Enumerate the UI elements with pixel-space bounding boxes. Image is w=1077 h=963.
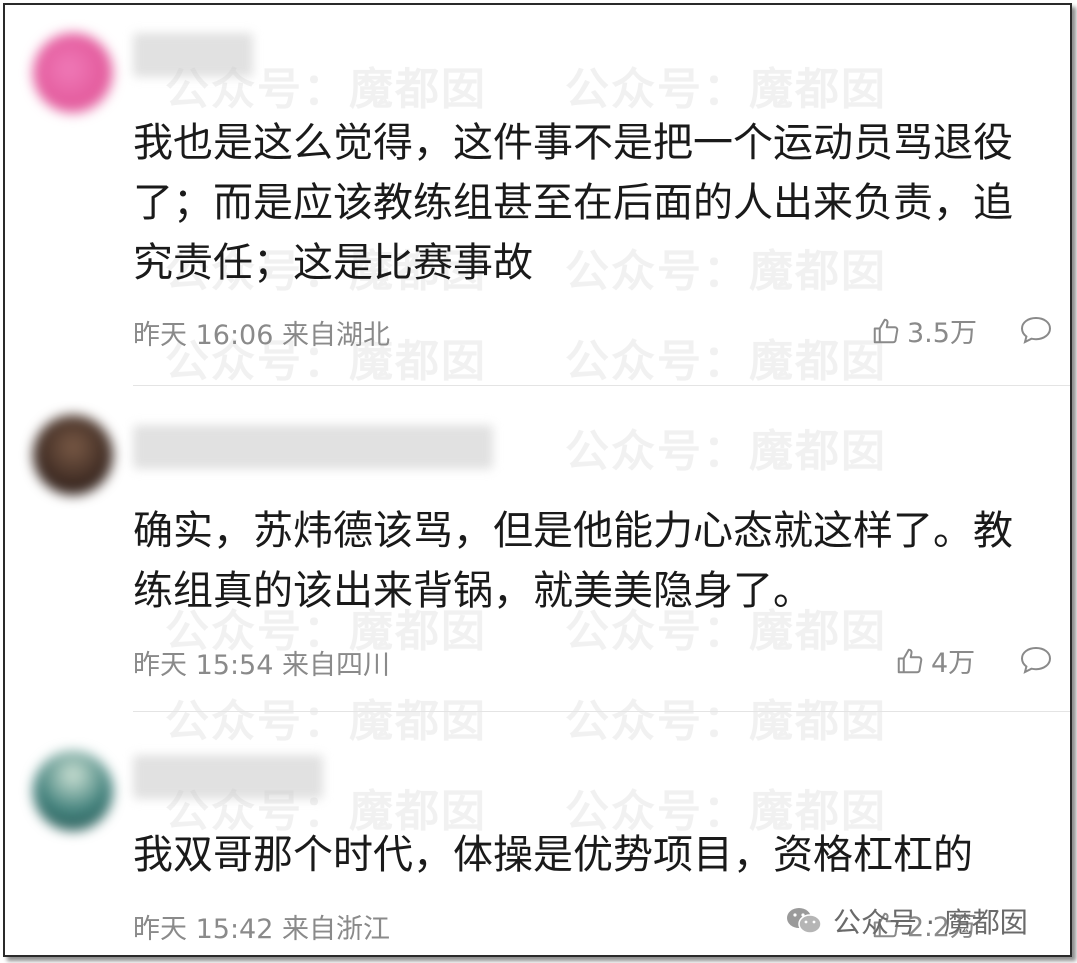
comment-text: 我双哥那个时代，体操是优势项目，资格杠杠的 (133, 832, 973, 878)
thumbs-up-icon (873, 318, 899, 343)
comment-item: 我也是这么觉得，这件事不是把一个运动员骂退役了；而是应该教练组甚至在后面的人出来… (5, 5, 1070, 385)
like-button[interactable]: 4万 (895, 641, 975, 680)
like-button[interactable]: 3.5万 (871, 311, 977, 350)
wechat-icon (787, 908, 822, 934)
comment-meta: 昨天 15:42 来自浙江 (133, 914, 390, 945)
username-blurred[interactable] (133, 33, 253, 77)
username-blurred[interactable] (133, 425, 493, 469)
wechat-badge: 公众号 · 魔都囡 (785, 901, 1028, 941)
avatar[interactable] (33, 415, 113, 495)
like-count: 3.5万 (907, 318, 977, 349)
reply-icon[interactable] (1019, 315, 1053, 345)
badge-label: 公众号 · 魔都囡 (833, 906, 1028, 939)
comment-meta: 昨天 15:54 来自四川 (133, 650, 390, 681)
comment-text: 确实，苏炜德该骂，但是他能力心态就这样了。教练组真的该出来背锅，就美美隐身了。 (133, 508, 1013, 614)
reply-icon[interactable] (1019, 645, 1053, 675)
username-blurred[interactable] (133, 755, 323, 799)
comment-meta: 昨天 16:06 来自湖北 (133, 320, 390, 351)
comment-item: 确实，苏炜德该骂，但是他能力心态就这样了。教练组真的该出来背锅，就美美隐身了。 … (5, 385, 1070, 711)
thumbs-up-icon (897, 648, 923, 673)
avatar[interactable] (33, 33, 113, 113)
avatar[interactable] (33, 751, 113, 831)
like-count: 4万 (931, 648, 976, 679)
screenshot-frame: 公众号：魔都囡 公众号：魔都囡 公众号：魔都囡 公众号：魔都囡 公众号：魔都囡 … (3, 3, 1072, 957)
comment-text: 我也是这么觉得，这件事不是把一个运动员骂退役了；而是应该教练组甚至在后面的人出来… (133, 120, 1013, 286)
